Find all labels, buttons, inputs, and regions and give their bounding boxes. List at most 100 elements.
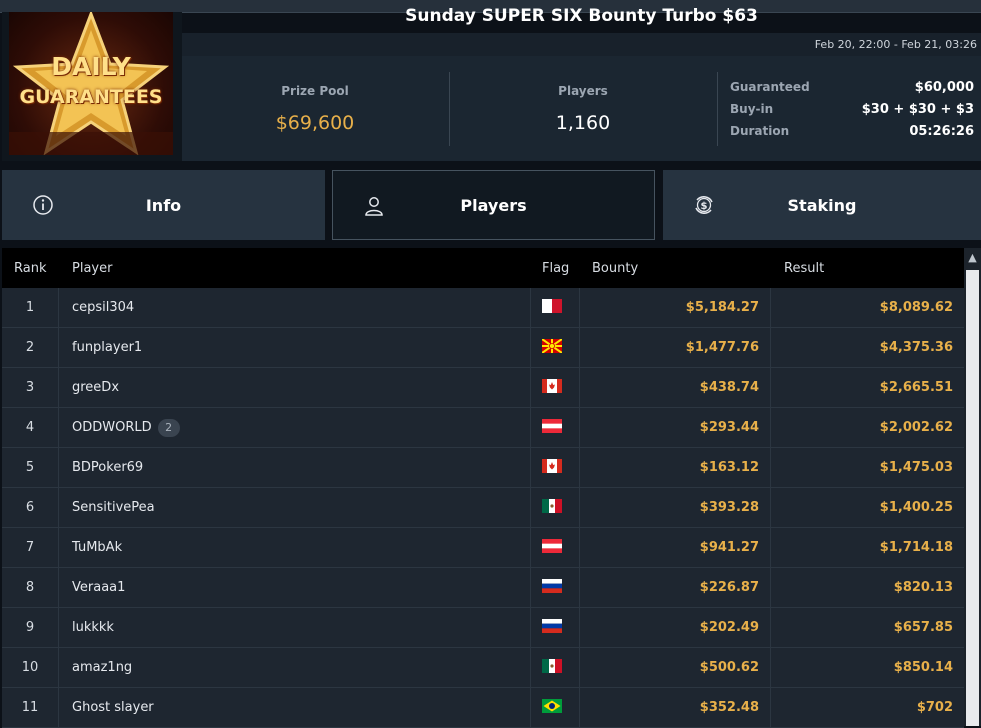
table-row[interactable]: 6 SensitivePea $393.28 $1,400.25 — [2, 488, 964, 528]
duration-label: Duration — [730, 124, 790, 138]
column-divider — [770, 408, 771, 448]
result-cell: $702 — [916, 700, 953, 715]
table-row[interactable]: 2 funplayer1 $1,477.76 $4,375.36 — [2, 328, 964, 368]
user-icon — [365, 197, 383, 216]
table-row[interactable]: 10 amaz1ng $500.62 $850.14 — [2, 648, 964, 688]
column-divider — [530, 448, 531, 488]
result-cell: $1,400.25 — [879, 500, 953, 515]
tournament-title: Sunday SUPER SIX Bounty Turbo $63 — [405, 6, 758, 26]
result-cell: $2,002.62 — [879, 420, 953, 435]
column-divider — [58, 368, 59, 408]
col-bounty[interactable]: Bounty — [592, 261, 638, 276]
column-divider — [579, 328, 580, 368]
player-cell[interactable]: SensitivePea — [72, 488, 155, 527]
rank-cell: 9 — [25, 620, 35, 635]
column-divider — [530, 528, 531, 568]
bounty-cell: $293.44 — [699, 420, 759, 435]
table-row[interactable]: 7 TuMbAk $941.27 $1,714.18 — [2, 528, 964, 568]
table-row[interactable]: 1 cepsil304 $5,184.27 $8,089.62 — [2, 288, 964, 328]
column-divider — [530, 648, 531, 688]
column-divider — [770, 488, 771, 528]
player-name[interactable]: ODDWORLD — [72, 420, 152, 435]
logo-text-daily: DAILY — [51, 52, 131, 81]
logo-text-guarantees: GUARANTEES — [19, 86, 163, 108]
tab-staking[interactable]: $ Staking — [663, 170, 981, 240]
column-divider — [579, 288, 580, 328]
player-name[interactable]: SensitivePea — [72, 500, 155, 515]
canada-flag-icon — [542, 379, 562, 393]
col-player[interactable]: Player — [72, 261, 112, 276]
mexico-flag-icon — [542, 499, 562, 513]
player-cell[interactable]: lukkkk — [72, 608, 114, 647]
column-divider — [530, 328, 531, 368]
bounty-cell: $500.62 — [699, 660, 759, 675]
player-cell[interactable]: greeDx — [72, 368, 119, 407]
column-divider — [770, 368, 771, 408]
column-divider — [530, 568, 531, 608]
player-cell[interactable]: ODDWORLD 2 — [72, 408, 180, 447]
result-cell: $657.85 — [893, 620, 953, 635]
column-divider — [770, 448, 771, 488]
column-divider — [579, 568, 580, 608]
scroll-up-arrow-icon[interactable]: ▲ — [964, 248, 981, 268]
bounty-cell: $393.28 — [699, 500, 759, 515]
tab-info-label: Info — [145, 195, 182, 215]
column-divider — [58, 648, 59, 688]
rank-cell: 10 — [21, 660, 39, 675]
column-divider — [770, 608, 771, 648]
prize-pool-label: Prize Pool — [281, 84, 349, 98]
player-name[interactable]: cepsil304 — [72, 300, 134, 315]
player-cell[interactable]: funplayer1 — [72, 328, 142, 367]
bounty-cell: $352.48 — [699, 700, 759, 715]
table-row[interactable]: 9 lukkkk $202.49 $657.85 — [2, 608, 964, 648]
player-name[interactable]: lukkkk — [72, 620, 114, 635]
col-flag[interactable]: Flag — [542, 261, 569, 276]
rank-cell: 7 — [25, 540, 35, 555]
player-name[interactable]: Ghost slayer — [72, 700, 154, 715]
scrollbar-thumb[interactable] — [966, 270, 979, 726]
column-divider — [579, 448, 580, 488]
player-cell[interactable]: BDPoker69 — [72, 448, 143, 487]
russia-flag-icon — [542, 619, 562, 633]
column-divider — [530, 408, 531, 448]
bounty-cell: $5,184.27 — [685, 300, 759, 315]
player-name[interactable]: funplayer1 — [72, 340, 142, 355]
column-divider — [58, 528, 59, 568]
duration-value: 05:26:26 — [909, 124, 974, 139]
table-row[interactable]: 5 BDPoker69 $163.12 $1,475.03 — [2, 448, 964, 488]
players-label: Players — [558, 84, 608, 98]
table-row[interactable]: 3 greeDx $438.74 $2,665.51 — [2, 368, 964, 408]
tab-players[interactable]: Players — [332, 170, 655, 240]
player-cell[interactable]: cepsil304 — [72, 288, 134, 327]
column-divider — [579, 368, 580, 408]
column-divider — [770, 288, 771, 328]
col-rank[interactable]: Rank — [14, 261, 46, 276]
column-divider — [530, 608, 531, 648]
player-name[interactable]: greeDx — [72, 380, 119, 395]
player-name[interactable]: TuMbAk — [72, 540, 122, 555]
austria-flag-icon — [542, 419, 562, 433]
tab-info[interactable]: Info — [2, 170, 325, 240]
table-row[interactable]: 4 ODDWORLD 2 $293.44 $2,002.62 — [2, 408, 964, 448]
player-cell[interactable]: amaz1ng — [72, 648, 132, 687]
player-cell[interactable]: Ghost slayer — [72, 688, 154, 727]
bounty-cell: $438.74 — [699, 380, 759, 395]
column-divider — [530, 288, 531, 328]
daily-guarantees-logo: DAILY GUARANTEES — [9, 12, 173, 155]
player-cell[interactable]: TuMbAk — [72, 528, 122, 567]
svg-text:$: $ — [701, 201, 708, 212]
player-name[interactable]: BDPoker69 — [72, 460, 143, 475]
result-cell: $1,475.03 — [879, 460, 953, 475]
player-cell[interactable]: Veraaa1 — [72, 568, 125, 607]
table-row[interactable]: 11 Ghost slayer $352.48 $702 — [2, 688, 964, 728]
player-name[interactable]: Veraaa1 — [72, 580, 125, 595]
prize-pool-value: $69,600 — [275, 112, 355, 134]
bounty-cell: $202.49 — [699, 620, 759, 635]
result-cell: $4,375.36 — [879, 340, 953, 355]
column-divider — [58, 608, 59, 648]
table-row[interactable]: 8 Veraaa1 $226.87 $820.13 — [2, 568, 964, 608]
col-result[interactable]: Result — [784, 261, 824, 276]
rank-cell: 4 — [25, 420, 35, 435]
player-name[interactable]: amaz1ng — [72, 660, 132, 675]
buyin-label: Buy-in — [730, 102, 774, 116]
